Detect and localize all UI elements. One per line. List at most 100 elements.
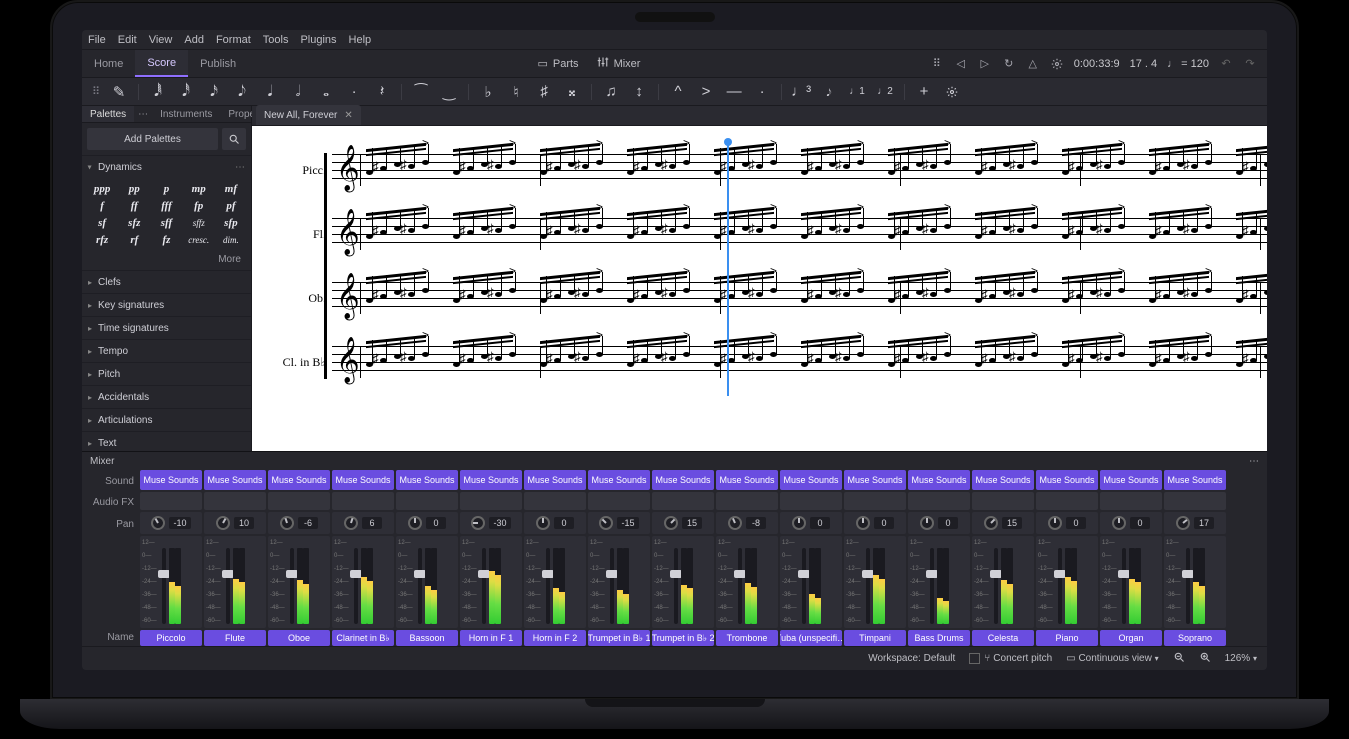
palette-dynamics-header[interactable]: ▸ Dynamics ⋯ — [82, 156, 251, 178]
pan-knob[interactable] — [471, 516, 485, 530]
pan-control[interactable]: 0 — [1100, 512, 1162, 534]
fx-slot[interactable] — [524, 492, 586, 510]
pan-knob[interactable] — [342, 514, 360, 532]
fader[interactable]: 12—0—-12—-24—-36—-48—-60— — [1100, 536, 1162, 628]
close-tab-icon[interactable]: ✕ — [344, 110, 352, 121]
channel-name[interactable]: Organ — [1100, 630, 1162, 646]
pan-control[interactable]: 0 — [524, 512, 586, 534]
dynamic-pf[interactable]: pf — [215, 197, 247, 214]
dynamic-p[interactable]: p — [150, 180, 182, 197]
sound-select[interactable]: Muse Sounds — [1100, 470, 1162, 490]
pan-control[interactable]: 0 — [844, 512, 906, 534]
pan-control[interactable]: 0 — [780, 512, 842, 534]
palette-menu-icon[interactable]: ⋯ — [235, 162, 245, 173]
tab-home[interactable]: Home — [82, 50, 135, 77]
fader[interactable]: 12—0—-12—-24—-36—-48—-60— — [588, 536, 650, 628]
sound-select[interactable]: Muse Sounds — [908, 470, 970, 490]
workspace-indicator[interactable]: Workspace: Default — [868, 653, 955, 664]
pan-control[interactable]: -10 — [140, 512, 202, 534]
pan-knob[interactable] — [1048, 516, 1062, 530]
panel-tab-instruments[interactable]: Instruments — [152, 106, 220, 122]
redo-icon[interactable]: ↷ — [1243, 57, 1257, 71]
tempo-indicator[interactable]: ♩ = 120 — [1167, 58, 1209, 70]
undo-icon[interactable]: ↶ — [1219, 57, 1233, 71]
mixer-menu-icon[interactable]: ⋯ — [1249, 456, 1259, 467]
panel-tab-more[interactable]: ⋯ — [134, 106, 152, 122]
channel-name[interactable]: Clarinet in B♭ — [332, 630, 394, 646]
pan-knob[interactable] — [1173, 513, 1193, 533]
tab-publish[interactable]: Publish — [188, 50, 248, 77]
pan-knob[interactable] — [213, 513, 232, 532]
palette-key-signatures[interactable]: ▸Key signatures — [82, 294, 251, 316]
dynamic-cresc[interactable]: cresc. — [183, 231, 215, 248]
zoom-in-icon[interactable] — [1199, 651, 1211, 666]
dynamic-sfp[interactable]: sfp — [215, 214, 247, 231]
sound-select[interactable]: Muse Sounds — [652, 470, 714, 490]
sound-select[interactable]: Muse Sounds — [140, 470, 202, 490]
fx-slot[interactable] — [1100, 492, 1162, 510]
staff-ob[interactable]: Ob.𝄞♯♯>♯♯>♯♯>♯♯>♯♯>♯♯>♯♯>♯♯>♯♯>♯♯>♯♯>♯♯> — [332, 266, 1267, 330]
pan-control[interactable]: -6 — [268, 512, 330, 534]
sound-select[interactable]: Muse Sounds — [1164, 470, 1226, 490]
grip-icon[interactable]: ⠿ — [930, 57, 944, 71]
toolbar-settings-icon[interactable] — [943, 82, 961, 102]
sound-select[interactable]: Muse Sounds — [588, 470, 650, 490]
panel-tab-palettes[interactable]: Palettes — [82, 106, 134, 122]
pan-knob[interactable] — [981, 513, 1001, 533]
fx-slot[interactable] — [140, 492, 202, 510]
channel-name[interactable]: Trumpet in B♭ 1 — [588, 630, 650, 646]
dynamic-mp[interactable]: mp — [183, 180, 215, 197]
fader[interactable]: 12—0—-12—-24—-36—-48—-60— — [1164, 536, 1226, 628]
palette-accidentals[interactable]: ▸Accidentals — [82, 386, 251, 408]
dynamic-sf[interactable]: sf — [86, 214, 118, 231]
fader[interactable]: 12—0—-12—-24—-36—-48—-60— — [140, 536, 202, 628]
fx-slot[interactable] — [204, 492, 266, 510]
add-icon[interactable]: + — [915, 82, 933, 102]
dynamic-sfz[interactable]: sfz — [118, 214, 150, 231]
tuplet-icon[interactable]: ♩³ — [792, 82, 810, 102]
add-palettes-button[interactable]: Add Palettes — [87, 128, 218, 150]
staff-picc[interactable]: Picc.𝄞♯♯>♯♯>♯♯>♯♯>♯♯>♯♯>♯♯>♯♯>♯♯>♯♯>♯♯>♯… — [332, 138, 1267, 202]
dynamic-fff[interactable]: fff — [150, 197, 182, 214]
channel-name[interactable]: Bassoon — [396, 630, 458, 646]
fx-slot[interactable] — [332, 492, 394, 510]
dynamic-ff[interactable]: ff — [118, 197, 150, 214]
fader[interactable]: 12—0—-12—-24—-36—-48—-60— — [396, 536, 458, 628]
grace-icon[interactable]: 𝆕 — [820, 82, 838, 102]
note-quarter[interactable]: 𝅘𝅥 — [261, 82, 279, 102]
pan-knob[interactable] — [792, 516, 806, 530]
fader[interactable]: 12—0—-12—-24—-36—-48—-60— — [652, 536, 714, 628]
palette-search-button[interactable] — [222, 128, 246, 150]
staccato-icon[interactable]: · — [753, 82, 771, 102]
play-icon[interactable]: ▷ — [978, 57, 992, 71]
pan-control[interactable]: 0 — [908, 512, 970, 534]
document-tab[interactable]: New All, Forever ✕ — [256, 105, 361, 125]
sound-select[interactable]: Muse Sounds — [396, 470, 458, 490]
pan-control[interactable]: 0 — [1036, 512, 1098, 534]
voice2[interactable]: ♩2 — [876, 82, 894, 102]
fx-slot[interactable] — [716, 492, 778, 510]
beam-icon[interactable]: ♫ — [602, 82, 620, 102]
fx-slot[interactable] — [460, 492, 522, 510]
dynamic-f[interactable]: f — [86, 197, 118, 214]
fx-slot[interactable] — [780, 492, 842, 510]
menu-add[interactable]: Add — [184, 34, 204, 46]
channel-name[interactable]: Timpani — [844, 630, 906, 646]
dynamic-rfz[interactable]: rfz — [86, 231, 118, 248]
fx-slot[interactable] — [1036, 492, 1098, 510]
sharp-icon[interactable]: ♯ — [535, 82, 553, 102]
loop-icon[interactable]: ↻ — [1002, 57, 1016, 71]
rewind-icon[interactable]: ◁ — [954, 57, 968, 71]
dynamic-sff[interactable]: sff — [150, 214, 182, 231]
fx-slot[interactable] — [588, 492, 650, 510]
staff-fl[interactable]: Fl.𝄞♯♯>♯♯>♯♯>♯♯>♯♯>♯♯>♯♯>♯♯>♯♯>♯♯>♯♯>♯♯> — [332, 202, 1267, 266]
fader[interactable]: 12—0—-12—-24—-36—-48—-60— — [204, 536, 266, 628]
parts-button[interactable]: ▭ Parts — [537, 57, 578, 70]
fader[interactable]: 12—0—-12—-24—-36—-48—-60— — [460, 536, 522, 628]
dynamic-pp[interactable]: pp — [118, 180, 150, 197]
pan-knob[interactable] — [536, 516, 550, 530]
voice1[interactable]: ♩1 — [848, 82, 866, 102]
fader[interactable]: 12—0—-12—-24—-36—-48—-60— — [908, 536, 970, 628]
channel-name[interactable]: Flute — [204, 630, 266, 646]
channel-name[interactable]: Soprano — [1164, 630, 1226, 646]
